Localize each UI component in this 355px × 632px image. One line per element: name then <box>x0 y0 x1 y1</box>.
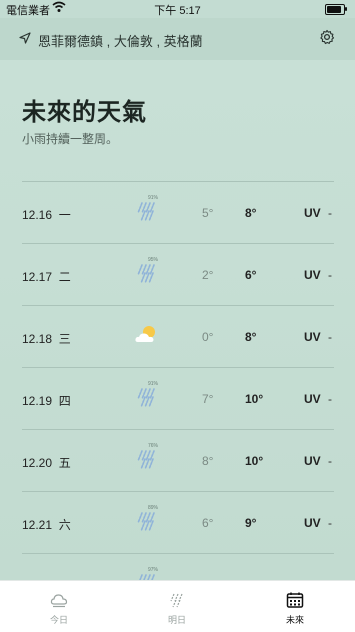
forecast-date: 12.19 四 <box>22 392 71 409</box>
weekday: 一 <box>58 208 71 222</box>
cloud-outline-icon <box>50 594 68 608</box>
rain-icon <box>137 512 155 531</box>
low-temp: 8° <box>202 454 214 468</box>
tab-today-label: 今日 <box>49 615 68 625</box>
forecast-row[interactable]: 12.16 一 91% 5° 8° UV - <box>22 181 334 243</box>
uv-label: UV <box>304 268 321 282</box>
forecast-row[interactable]: 12.22 日97%7°11°UV- <box>22 553 334 580</box>
high-temp: 6° <box>245 268 257 282</box>
date-value: 12.18 <box>22 332 53 346</box>
weekday: 四 <box>58 394 71 408</box>
precipitation-chance: 76% <box>148 443 159 449</box>
location-label: 恩菲爾德鎮 , 大倫敦 , 英格蘭 <box>38 34 203 49</box>
page-title: 未來的天氣 <box>22 99 147 126</box>
forecast-row[interactable]: 12.21 六 89% 6° 9° UV - <box>22 491 334 553</box>
location-arrow-icon <box>19 32 31 44</box>
low-temp: 2° <box>202 268 214 282</box>
rain-icon <box>137 202 155 221</box>
precipitation-chance: 95% <box>148 257 159 263</box>
low-temp: 6° <box>202 516 214 530</box>
rain-icon <box>139 574 155 580</box>
weekday: 五 <box>58 456 71 470</box>
rain-icon <box>137 264 155 283</box>
uv-label: UV <box>304 206 321 220</box>
forecast-date: 12.18 三 <box>22 330 71 347</box>
forecast-date: 12.16 一 <box>22 206 71 223</box>
date-value: 12.17 <box>22 270 53 284</box>
rain-outline-icon <box>170 593 183 608</box>
uv-label: UV <box>304 330 321 344</box>
precipitation-chance: 97% <box>148 567 159 573</box>
status-bar: 電信業者 下午 5:17 <box>0 0 355 18</box>
location-bar[interactable]: 恩菲爾德鎮 , 大倫敦 , 英格蘭 <box>0 18 355 60</box>
date-value: 12.16 <box>22 208 53 222</box>
date-value: 12.19 <box>22 394 53 408</box>
tab-bar: 今日 明日 未來 <box>0 580 355 632</box>
forecast-panel[interactable]: 未來的天氣 小雨持續一整周。 12.16 一 91% 5° 8° UV -12.17 二9… <box>0 60 355 580</box>
tab-today[interactable]: 今日 <box>0 581 118 632</box>
uv-value: - <box>328 392 332 406</box>
forecast-list[interactable]: 12.16 一 91% 5° 8° UV -12.17 二 95% 2° 6° UV -12.18 … <box>22 181 334 580</box>
uv-label: UV <box>304 516 321 530</box>
forecast-date: 12.20 五 <box>22 454 71 471</box>
uv-label: UV <box>304 454 321 468</box>
weekday: 三 <box>58 332 71 346</box>
high-temp: 8° <box>245 330 257 344</box>
battery-icon <box>325 4 347 15</box>
low-temp: 7° <box>202 392 214 406</box>
battery-level <box>327 6 342 13</box>
uv-value: - <box>328 330 332 344</box>
tab-future[interactable]: 未來 <box>236 581 354 632</box>
precipitation-chance: 91% <box>148 381 159 387</box>
partly-cloudy-icon <box>135 326 155 342</box>
tab-future-label: 未來 <box>285 615 304 625</box>
page-subtitle: 小雨持續一整周。 <box>22 132 119 146</box>
rain-icon <box>137 450 155 469</box>
date-value: 12.21 <box>22 518 53 532</box>
uv-value: - <box>328 454 332 468</box>
tab-tomorrow[interactable]: 明日 <box>118 581 236 632</box>
uv-value: - <box>328 268 332 282</box>
date-value: 12.20 <box>22 456 53 470</box>
forecast-row[interactable]: 12.20 五 76% 8° 10° UV - <box>22 429 334 491</box>
uv-label: UV <box>304 392 321 406</box>
low-temp: 5° <box>202 206 214 220</box>
forecast-date: 12.17 二 <box>22 268 71 285</box>
high-temp: 9° <box>245 516 257 530</box>
high-temp: 10° <box>245 392 264 406</box>
rain-icon <box>137 388 155 407</box>
precipitation-chance: 91% <box>148 195 159 201</box>
precipitation-chance: 89% <box>148 505 159 511</box>
tab-tomorrow-label: 明日 <box>167 615 186 625</box>
weekday: 六 <box>58 518 71 532</box>
uv-value: - <box>328 516 332 530</box>
forecast-row[interactable]: 12.18 三 0° 8° UV - <box>22 305 334 367</box>
calendar-icon <box>286 592 304 608</box>
forecast-row[interactable]: 12.17 二 95% 2° 6° UV - <box>22 243 334 305</box>
forecast-row[interactable]: 12.19 四 91% 7° 10° UV - <box>22 367 334 429</box>
high-temp: 10° <box>245 454 264 468</box>
high-temp: 8° <box>245 206 257 220</box>
forecast-date: 12.21 六 <box>22 516 71 533</box>
gear-icon[interactable] <box>319 29 335 45</box>
clock: 下午 5:17 <box>154 5 201 17</box>
uv-value: - <box>328 206 332 220</box>
weekday: 二 <box>58 270 71 284</box>
low-temp: 0° <box>202 330 214 344</box>
